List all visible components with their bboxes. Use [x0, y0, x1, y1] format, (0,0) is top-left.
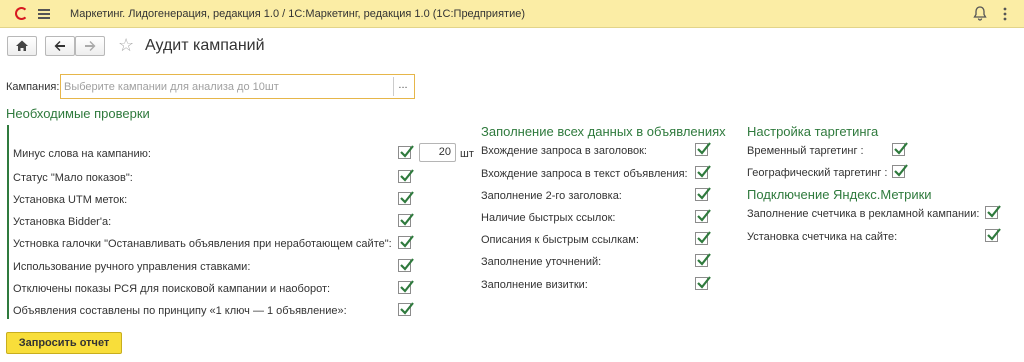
required-checks-divider: [7, 125, 9, 319]
checkbox-counter-on-site[interactable]: [985, 228, 1001, 242]
campaign-input[interactable]: [64, 79, 389, 95]
check-label-counter-in-campaign: Заполнение счетчика в рекламной кампании…: [747, 208, 980, 220]
checkmark-icon: [697, 231, 711, 244]
checkbox-utm[interactable]: [398, 191, 414, 205]
check-label-query-in-text: Вхождение запроса в текст объявления:: [481, 168, 688, 180]
checkbox-callouts[interactable]: [695, 253, 711, 267]
checkmark-icon: [400, 145, 414, 158]
minus-words-unit: шт: [460, 148, 474, 160]
metrika-title: Подключение Яндекс.Метрики: [747, 187, 932, 202]
check-label-query-in-title: Вхождение запроса в заголовок:: [481, 145, 647, 157]
checkmark-icon: [400, 280, 414, 293]
targeting-title: Настройка таргетинга: [747, 124, 879, 139]
checkmark-icon: [894, 142, 908, 155]
checkbox-low-impressions[interactable]: [398, 169, 414, 183]
campaign-label: Кампания:: [6, 81, 60, 93]
home-icon: [16, 40, 28, 51]
checkmark-icon: [697, 187, 711, 200]
checkbox-manual-bids[interactable]: [398, 258, 414, 272]
check-label-callouts: Заполнение уточнений:: [481, 256, 602, 268]
app-titlebar: 1С Маркетинг. Лидогенерация, редакция 1.…: [0, 0, 1024, 28]
checkmark-icon: [400, 235, 414, 248]
checkmark-icon: [697, 253, 711, 266]
check-label-rsya-off: Отключены показы РСЯ для поисковой кампа…: [13, 283, 331, 295]
favorite-star-icon[interactable]: ☆: [118, 35, 134, 55]
arrow-right-icon: [85, 41, 96, 51]
required-checks-title: Необходимые проверки: [6, 106, 150, 121]
check-label-vcard: Заполнение визитки:: [481, 279, 588, 291]
check-label-counter-on-site: Установка счетчика на сайте:: [747, 231, 898, 243]
hamburger-menu-icon[interactable]: [38, 9, 50, 19]
checkmark-icon: [400, 191, 414, 204]
checkbox-query-in-title[interactable]: [695, 142, 711, 156]
check-label-bidder: Установка Bidder'a:: [13, 216, 112, 228]
checkbox-rsya-off[interactable]: [398, 280, 414, 294]
more-vertical-icon[interactable]: [997, 6, 1013, 22]
check-label-second-title: Заполнение 2-го заголовка:: [481, 190, 622, 202]
check-label-geo-targeting: Географический таргетинг :: [747, 167, 888, 179]
checkmark-icon: [697, 165, 711, 178]
checkbox-bidder[interactable]: [398, 213, 414, 227]
page-title: Аудит кампаний: [145, 37, 265, 54]
minus-words-quantity-input[interactable]: 20: [419, 143, 456, 162]
checkmark-icon: [697, 276, 711, 289]
home-button[interactable]: [7, 36, 37, 56]
check-label-time-targeting: Временный таргетинг :: [747, 145, 864, 157]
request-report-button[interactable]: Запросить отчет: [6, 332, 122, 354]
check-label-utm: Установка UTM меток:: [13, 194, 128, 206]
forward-button[interactable]: [75, 36, 105, 56]
check-label-minus-words: Минус слова на кампанию:: [13, 148, 151, 160]
checkmark-icon: [400, 302, 414, 315]
check-label-sitelink-descriptions: Описания к быстрым ссылкам:: [481, 234, 639, 246]
checkbox-query-in-text[interactable]: [695, 165, 711, 179]
checkmark-icon: [697, 209, 711, 222]
check-label-manual-bids: Использование ручного управления ставкам…: [13, 261, 251, 273]
checkmark-icon: [987, 228, 1001, 241]
checkbox-sitelink-descriptions[interactable]: [695, 231, 711, 245]
back-button[interactable]: [45, 36, 75, 56]
app-title: Маркетинг. Лидогенерация, редакция 1.0 /…: [70, 8, 525, 20]
checkbox-one-key-one-ad[interactable]: [398, 302, 414, 316]
check-label-sitelinks: Наличие быстрых ссылок:: [481, 212, 616, 224]
check-label-one-key-one-ad: Объявления составлены по принципу «1 клю…: [13, 305, 347, 317]
campaign-field[interactable]: ...: [60, 74, 415, 99]
checkbox-stop-ads[interactable]: [398, 235, 414, 249]
ads-data-title: Заполнение всех данных в объявлениях: [481, 124, 726, 139]
checkbox-counter-in-campaign[interactable]: [985, 205, 1001, 219]
bell-icon[interactable]: [972, 6, 988, 22]
check-label-stop-ads: Устновка галочки "Останавливать объявлен…: [13, 238, 392, 250]
checkmark-icon: [894, 164, 908, 177]
checkmark-icon: [697, 142, 711, 155]
checkbox-sitelinks[interactable]: [695, 209, 711, 223]
checkmark-icon: [400, 213, 414, 226]
1c-logo-icon[interactable]: 1С: [6, 7, 32, 21]
campaign-select-button[interactable]: ...: [393, 77, 412, 96]
checkbox-minus-words[interactable]: [398, 145, 414, 159]
checkbox-vcard[interactable]: [695, 276, 711, 290]
checkbox-time-targeting[interactable]: [892, 142, 908, 156]
checkmark-icon: [400, 169, 414, 182]
arrow-left-icon: [54, 41, 65, 51]
checkmark-icon: [400, 258, 414, 271]
checkmark-icon: [987, 205, 1001, 218]
check-label-low-impressions: Статус "Мало показов":: [13, 172, 133, 184]
checkbox-geo-targeting[interactable]: [892, 164, 908, 178]
checkbox-second-title[interactable]: [695, 187, 711, 201]
